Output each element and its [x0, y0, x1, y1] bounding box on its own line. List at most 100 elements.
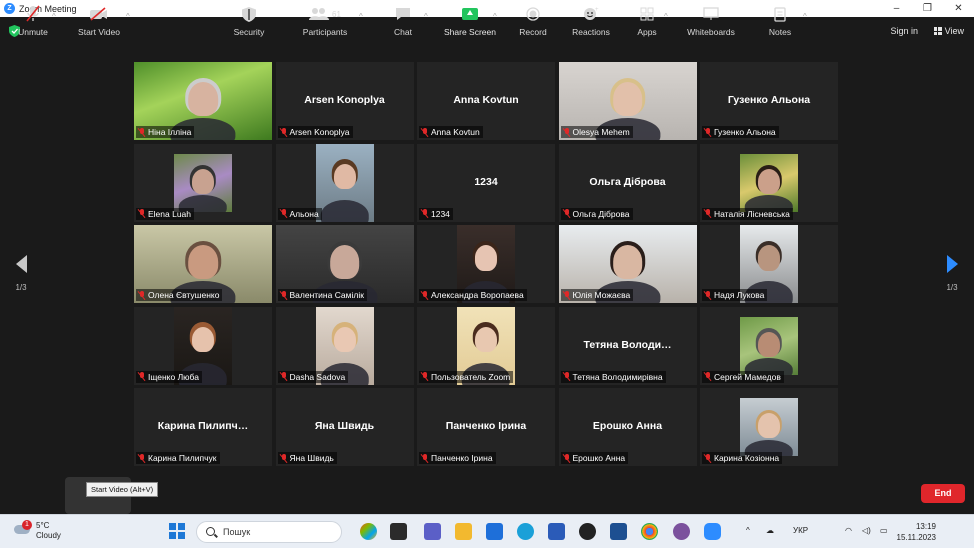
end-meeting-button[interactable]: End	[921, 484, 965, 503]
volume-icon[interactable]: ◁)	[862, 526, 871, 535]
task-view-icon[interactable]	[390, 523, 407, 540]
record-button[interactable]: Record	[516, 4, 550, 37]
battery-icon[interactable]: ▭	[880, 526, 888, 535]
participant-name-label: Anna Kovtun	[419, 126, 483, 138]
page-indicator-right: 1/3	[946, 283, 958, 292]
participants-button[interactable]: 61 Participants	[300, 4, 350, 37]
keyboard-language[interactable]: УКР	[793, 526, 808, 535]
participant-tile[interactable]: Наталія Лісневська	[700, 143, 838, 222]
participant-tile[interactable]: Іщенко Люба	[134, 306, 272, 385]
participant-tile[interactable]: Олена Євтушенко	[134, 225, 272, 303]
previous-page-button[interactable]: 1/3	[13, 255, 29, 292]
mic-muted-icon	[138, 127, 146, 137]
whiteboards-button[interactable]: Whiteboards	[684, 4, 738, 37]
start-video-button[interactable]: Start Video	[72, 4, 126, 37]
share-screen-button[interactable]: Share Screen	[442, 4, 498, 37]
chat-button[interactable]: Chat	[388, 4, 418, 37]
participant-video	[174, 153, 232, 212]
participant-name-label: Dasha Sadova	[277, 370, 349, 383]
taskbar-search[interactable]: Пошук	[196, 521, 342, 543]
apps-button[interactable]: Apps	[633, 4, 661, 37]
mic-muted-icon	[421, 127, 429, 137]
apps-options-caret[interactable]: ^	[664, 12, 668, 21]
edge-browser-icon[interactable]	[517, 523, 534, 540]
participants-options-caret[interactable]: ^	[359, 12, 363, 21]
weather-temperature: 5°C	[36, 521, 50, 530]
viber-app-icon[interactable]	[673, 523, 690, 540]
security-button[interactable]: Security	[228, 4, 270, 37]
next-page-button[interactable]: 1/3	[944, 255, 960, 292]
participant-tile[interactable]: Панченко Ірина Панченко Ірина	[417, 388, 555, 466]
wifi-icon[interactable]: ◠	[845, 526, 852, 535]
participant-name: Arsen Konoplya	[289, 127, 350, 137]
participant-tile[interactable]: 1234 1234	[417, 143, 555, 222]
whiteboard-app-icon[interactable]	[610, 523, 627, 540]
participant-name-label: Ерошко Анна	[560, 452, 629, 464]
start-video-label: Start Video	[78, 27, 120, 37]
notes-button[interactable]: Notes	[766, 4, 794, 37]
svg-text:+: +	[595, 7, 599, 13]
mic-muted-icon	[704, 290, 712, 300]
participant-tile[interactable]: Валентина Самілік	[275, 225, 414, 303]
participant-name-label: Іщенко Люба	[136, 370, 202, 383]
participant-name-label: 1234	[419, 207, 453, 220]
zoom-app-icon[interactable]	[704, 523, 721, 540]
participant-tile[interactable]: Пользователь Zoom	[417, 306, 555, 385]
reactions-button[interactable]: + Reactions	[570, 4, 612, 37]
audio-options-caret[interactable]: ^	[52, 12, 56, 21]
word-app-icon[interactable]	[548, 523, 565, 540]
participant-tile[interactable]: Olesya Mehem	[558, 62, 697, 140]
share-options-caret[interactable]: ^	[493, 12, 497, 21]
participant-tile[interactable]: Юлія Можаєва	[558, 225, 697, 303]
participant-face	[329, 245, 360, 280]
participant-tile[interactable]: Александра Воропаева	[417, 225, 555, 303]
participant-tile[interactable]: Гузенко Альона Гузенко Альона	[700, 62, 838, 140]
participant-tile[interactable]: Dasha Sadova	[275, 306, 414, 385]
participant-tile[interactable]: Тетяна Володи… Тетяна Володимирівна	[558, 306, 697, 385]
participant-face	[188, 245, 218, 280]
participant-tile[interactable]: Ольга Діброва Ольга Діброва	[558, 143, 697, 222]
windows-start-icon[interactable]	[169, 523, 185, 539]
media-player-icon[interactable]	[579, 523, 596, 540]
participant-name: Панченко Ірина	[431, 453, 493, 463]
participant-display-name: 1234	[474, 175, 498, 188]
participant-name: Dasha Sadova	[289, 371, 346, 382]
participant-tile[interactable]: Ніна Ілліна	[134, 62, 272, 140]
chrome-browser-icon[interactable]	[641, 523, 658, 540]
tray-overflow-icon[interactable]: ^	[746, 526, 750, 535]
teams-app-icon[interactable]	[424, 523, 441, 540]
system-clock[interactable]: 13:19 15.11.2023	[897, 521, 936, 543]
participant-face	[191, 326, 215, 353]
participant-tile[interactable]: Карина Пилипч… Карина Пилипчук	[134, 388, 272, 466]
view-button[interactable]: View	[933, 26, 964, 36]
participant-name: Ерошко Анна	[572, 453, 626, 463]
participant-video	[740, 153, 798, 212]
minimize-button[interactable]: –	[881, 0, 912, 17]
participant-name-label: Панченко Ірина	[419, 452, 496, 464]
participant-tile[interactable]: Надя Лукова	[700, 225, 838, 303]
participant-tile[interactable]: Ерошко Анна Ерошко Анна	[558, 388, 697, 466]
participant-tile[interactable]: Карина Козіонна	[700, 388, 838, 466]
onedrive-icon[interactable]: ☁	[766, 526, 774, 535]
maximize-button[interactable]: ❐	[912, 0, 943, 17]
file-explorer-icon[interactable]	[455, 523, 472, 540]
store-app-icon[interactable]	[486, 523, 503, 540]
participant-tile[interactable]: Сергей Мамедов	[700, 306, 838, 385]
participant-tile[interactable]: Elena Luah	[134, 143, 272, 222]
participant-name: Юлія Можаєва	[572, 290, 631, 300]
notes-options-caret[interactable]: ^	[803, 12, 807, 21]
copilot-app-icon[interactable]	[360, 523, 377, 540]
sign-in-link[interactable]: Sign in	[890, 26, 918, 36]
mic-muted-icon	[138, 372, 146, 381]
grid-view-icon	[933, 27, 942, 35]
participant-video	[315, 143, 374, 222]
close-button[interactable]: ✕	[943, 0, 974, 17]
video-options-caret[interactable]: ^	[126, 12, 130, 21]
participant-tile[interactable]: Anna Kovtun Anna Kovtun	[417, 62, 555, 140]
participant-tile[interactable]: Arsen Konoplya Arsen Konoplya	[275, 62, 414, 140]
chat-options-caret[interactable]: ^	[424, 12, 428, 21]
participant-tile[interactable]: Альона	[275, 143, 414, 222]
participant-tile[interactable]: Яна Швидь Яна Швидь	[275, 388, 414, 466]
weather-description: Cloudy	[36, 531, 61, 540]
unmute-button[interactable]: Unmute	[14, 4, 52, 37]
